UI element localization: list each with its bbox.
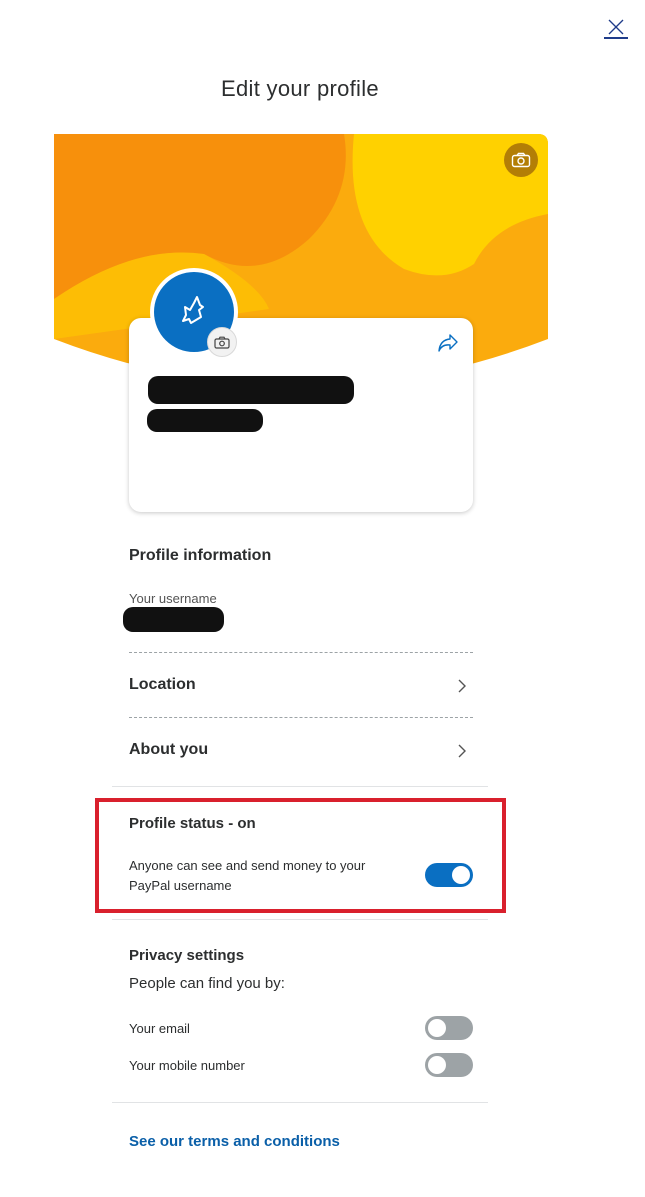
mobile-toggle[interactable] — [425, 1053, 473, 1077]
username-label: Your username — [129, 591, 217, 606]
section-divider — [112, 1102, 488, 1103]
camera-icon — [214, 336, 230, 349]
profile-status-heading: Profile status - on — [129, 815, 256, 832]
profile-information-heading: Profile information — [129, 547, 272, 564]
privacy-subheading: People can find you by: — [129, 975, 285, 992]
profile-status-toggle[interactable] — [425, 863, 473, 887]
redacted-handle — [147, 409, 263, 432]
section-divider — [112, 919, 488, 920]
profile-status-description: Anyone can see and send money to your Pa… — [129, 858, 366, 893]
share-button[interactable] — [436, 332, 460, 354]
avatar-camera-button[interactable] — [207, 327, 237, 357]
about-you-row[interactable]: About you — [129, 731, 473, 771]
email-toggle[interactable] — [425, 1016, 473, 1040]
share-icon — [438, 334, 458, 352]
paypal-bird-icon — [182, 296, 204, 324]
privacy-settings-heading: Privacy settings — [129, 947, 245, 964]
email-option-label: Your email — [129, 1021, 190, 1036]
about-you-label: About you — [129, 741, 209, 758]
chevron-right-icon — [458, 744, 466, 758]
edit-profile-page: Edit your profile Profile information Yo… — [0, 0, 645, 1197]
mobile-option-label: Your mobile number — [129, 1058, 245, 1073]
redacted-username — [123, 607, 224, 632]
camera-icon — [511, 152, 531, 168]
divider — [129, 652, 473, 653]
chevron-right-icon — [458, 679, 466, 693]
redacted-name — [148, 376, 354, 404]
banner-camera-button[interactable] — [504, 143, 538, 177]
section-divider — [112, 786, 488, 787]
page-title: Edit your profile — [221, 76, 379, 101]
close-underline — [604, 37, 628, 39]
close-icon — [608, 19, 624, 35]
terms-link[interactable]: See our terms and conditions — [129, 1133, 340, 1150]
divider — [129, 717, 473, 718]
location-label: Location — [129, 676, 196, 693]
location-row[interactable]: Location — [129, 666, 473, 706]
